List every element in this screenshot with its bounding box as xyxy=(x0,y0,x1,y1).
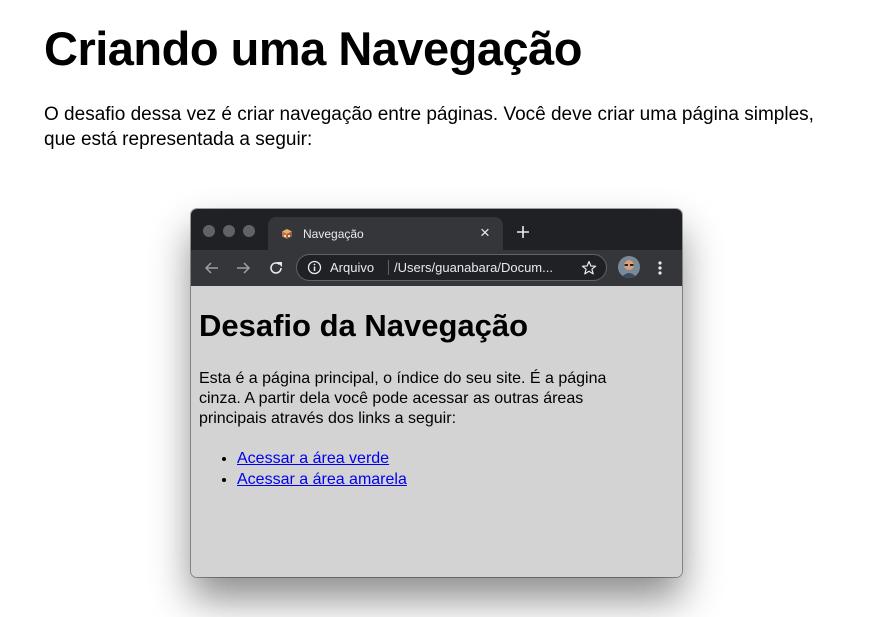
link-area-amarela[interactable]: Acessar a área amarela xyxy=(237,471,407,488)
page-paragraph: Esta é a página principal, o índice do s… xyxy=(199,370,607,427)
page-content: Desafio da Navegação Esta é a página pri… xyxy=(191,286,682,577)
new-tab-icon[interactable] xyxy=(514,223,532,241)
list-item: Acessar a área amarela xyxy=(237,469,407,490)
tab-navegacao[interactable]: Navegação × xyxy=(268,217,503,250)
info-icon[interactable] xyxy=(307,260,322,275)
site-info-label: Arquivo xyxy=(330,260,375,275)
profile-avatar-icon xyxy=(618,256,640,278)
page-heading: Desafio da Navegação xyxy=(199,308,529,343)
close-window-dot[interactable] xyxy=(203,225,215,237)
maximize-window-dot[interactable] xyxy=(243,225,255,237)
forward-icon[interactable] xyxy=(234,259,252,277)
kebab-menu-icon[interactable] xyxy=(654,258,666,278)
address-separator xyxy=(388,260,389,275)
star-icon[interactable] xyxy=(581,260,597,276)
address-bar[interactable]: Arquivo /Users/guanabara/Docum... xyxy=(296,254,607,281)
toolbar: Arquivo /Users/guanabara/Docum... xyxy=(191,250,682,286)
minimize-window-dot[interactable] xyxy=(223,225,235,237)
avatar[interactable] xyxy=(618,256,640,278)
list-item: Acessar a área verde xyxy=(237,448,407,469)
links-list: Acessar a área verde Acessar a área amar… xyxy=(199,448,407,490)
cube-favicon-icon xyxy=(282,229,292,239)
url-text[interactable]: /Users/guanabara/Docum... xyxy=(394,261,553,275)
browser-window: Navegação × Arquivo /Users/guanabara/Doc… xyxy=(191,209,682,577)
document-title: Criando uma Navegação xyxy=(44,22,583,75)
document-intro: O desafio dessa vez é criar navegação en… xyxy=(44,104,814,150)
page: Criando uma Navegação O desafio dessa ve… xyxy=(0,0,882,617)
link-area-verde[interactable]: Acessar a área verde xyxy=(237,450,389,467)
tab-close-icon[interactable]: × xyxy=(477,224,493,241)
tab-title: Navegação xyxy=(303,227,364,241)
reload-icon[interactable] xyxy=(267,259,285,277)
back-icon[interactable] xyxy=(203,259,221,277)
tab-bar: Navegação × xyxy=(191,209,682,250)
